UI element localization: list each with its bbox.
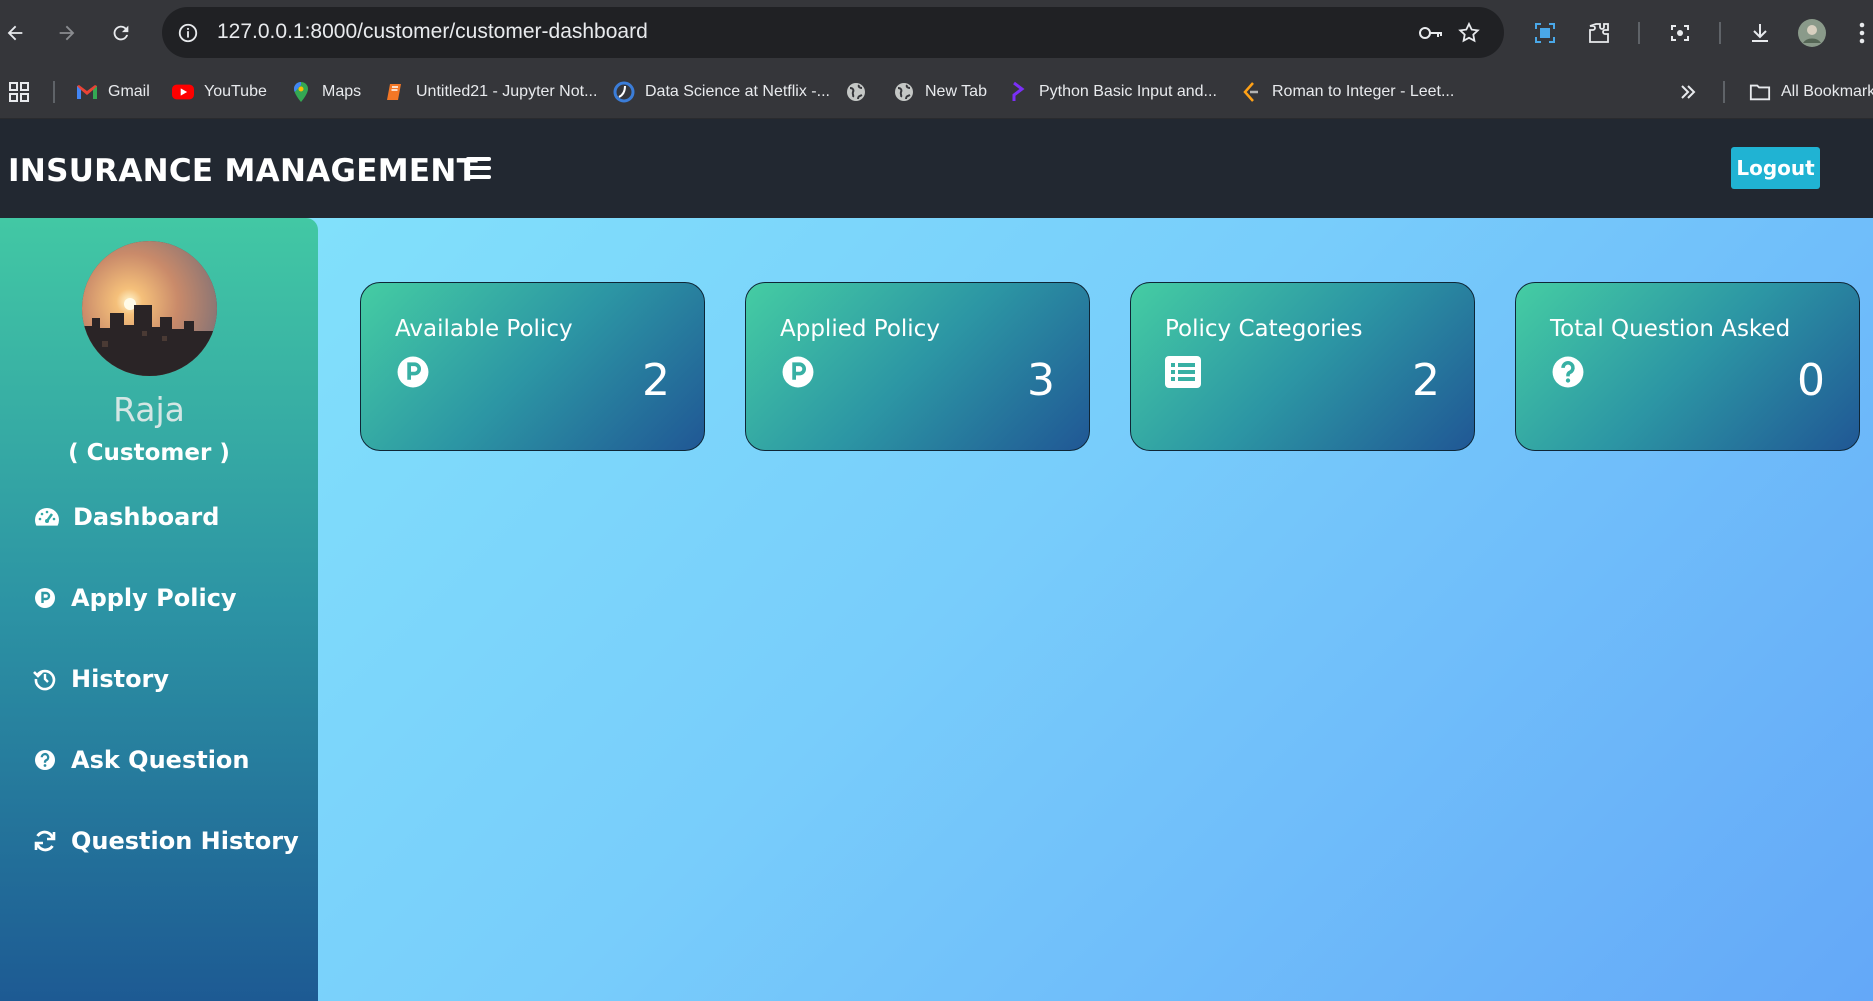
- extensions-icon[interactable]: [1584, 18, 1614, 48]
- folder-icon: [1749, 81, 1771, 103]
- policy-icon: [395, 354, 431, 390]
- dashboard-icon: [34, 504, 60, 530]
- card-title: Total Question Asked: [1550, 316, 1791, 342]
- url-text: 127.0.0.1:8000/customer/customer-dashboa…: [217, 20, 648, 43]
- policy-icon: [32, 585, 58, 611]
- sidebar-item-label: Question History: [71, 827, 299, 855]
- bookmark-globe[interactable]: [845, 78, 867, 106]
- apps-grid-icon[interactable]: [8, 78, 30, 106]
- bookmark-star-icon[interactable]: [1455, 19, 1483, 47]
- all-bookmarks-folder[interactable]: All Bookmark: [1749, 78, 1873, 106]
- lens-icon[interactable]: [1665, 18, 1695, 48]
- bookmark-new-tab[interactable]: New Tab: [893, 78, 987, 106]
- sidebar-item-question-history[interactable]: Question History: [32, 823, 299, 859]
- card-available-policy[interactable]: Available Policy 2: [360, 282, 705, 451]
- card-value: 3: [1027, 355, 1055, 406]
- card-value: 2: [642, 355, 670, 406]
- card-title: Applied Policy: [780, 316, 940, 342]
- bookmark-maps[interactable]: Maps: [290, 78, 361, 106]
- bookmark-python-input[interactable]: Python Basic Input and...: [1007, 78, 1217, 106]
- hamburger-menu-icon[interactable]: [466, 157, 491, 181]
- gmail-icon: [76, 81, 98, 103]
- download-icon[interactable]: [1745, 18, 1775, 48]
- menu-dots-icon[interactable]: [1852, 18, 1872, 48]
- sidebar-item-ask-question[interactable]: Ask Question: [32, 742, 250, 778]
- card-value: 2: [1412, 355, 1440, 406]
- reload-icon[interactable]: [106, 18, 136, 48]
- netflix-techblog-icon: [613, 81, 635, 103]
- sidebar-item-label: Apply Policy: [71, 584, 237, 612]
- sidebar-item-history[interactable]: History: [32, 661, 169, 697]
- bookmarks-overflow-icon[interactable]: [1679, 78, 1697, 106]
- globe-icon: [845, 81, 867, 103]
- avatar: [82, 241, 217, 376]
- logout-button[interactable]: Logout: [1731, 147, 1820, 189]
- brand-title: INSURANCE MANAGEMENT: [8, 153, 479, 189]
- youtube-icon: [172, 81, 194, 103]
- card-applied-policy[interactable]: Applied Policy 3: [745, 282, 1090, 451]
- main-content: Raja ( Customer ) Dashboard Apply Policy…: [0, 218, 1873, 1001]
- refresh-icon: [32, 828, 58, 854]
- programiz-icon: [1007, 81, 1029, 103]
- card-total-question-asked[interactable]: Total Question Asked 0: [1515, 282, 1860, 451]
- sidebar-item-label: Dashboard: [73, 503, 220, 531]
- card-policy-categories[interactable]: Policy Categories 2: [1130, 282, 1475, 451]
- sidebar-item-label: History: [71, 665, 170, 693]
- bookmark-jupyter[interactable]: Untitled21 - Jupyter Not...: [384, 78, 597, 106]
- history-icon: [32, 666, 58, 692]
- bookmark-leetcode[interactable]: Roman to Integer - Leet...: [1240, 78, 1454, 106]
- back-icon[interactable]: [0, 18, 30, 48]
- site-info-icon[interactable]: [174, 19, 202, 47]
- sidebar-item-dashboard[interactable]: Dashboard: [34, 499, 219, 535]
- browser-toolbar: 127.0.0.1:8000/customer/customer-dashboa…: [0, 0, 1873, 65]
- bookmark-gmail[interactable]: Gmail: [76, 78, 150, 106]
- maps-icon: [290, 81, 312, 103]
- policy-icon: [780, 354, 816, 390]
- user-name: Raja: [113, 390, 185, 429]
- card-value: 0: [1797, 355, 1825, 406]
- bookmark-netflix-techblog[interactable]: Data Science at Netflix -...: [613, 78, 830, 106]
- sidebar: Raja ( Customer ) Dashboard Apply Policy…: [0, 218, 318, 1001]
- address-bar[interactable]: 127.0.0.1:8000/customer/customer-dashboa…: [162, 7, 1504, 58]
- app-header: INSURANCE MANAGEMENT Logout: [0, 119, 1873, 218]
- bookmark-youtube[interactable]: YouTube: [172, 78, 267, 106]
- user-role: ( Customer ): [68, 440, 230, 466]
- list-icon: [1165, 354, 1201, 390]
- bookmarks-bar: Gmail YouTube Maps Untitled21 - Jupyter …: [0, 65, 1873, 119]
- sidebar-item-label: Ask Question: [71, 746, 250, 774]
- password-key-icon[interactable]: [1417, 19, 1445, 47]
- jupyter-icon: [384, 81, 406, 103]
- question-icon: [1550, 354, 1586, 390]
- globe-icon: [893, 81, 915, 103]
- profile-avatar-icon[interactable]: [1797, 18, 1827, 48]
- question-icon: [32, 747, 58, 773]
- card-title: Policy Categories: [1165, 316, 1363, 342]
- card-title: Available Policy: [395, 316, 573, 342]
- leetcode-icon: [1240, 81, 1262, 103]
- forward-icon[interactable]: [52, 18, 82, 48]
- sidebar-item-apply-policy[interactable]: Apply Policy: [32, 580, 237, 616]
- screen-capture-icon[interactable]: [1530, 18, 1560, 48]
